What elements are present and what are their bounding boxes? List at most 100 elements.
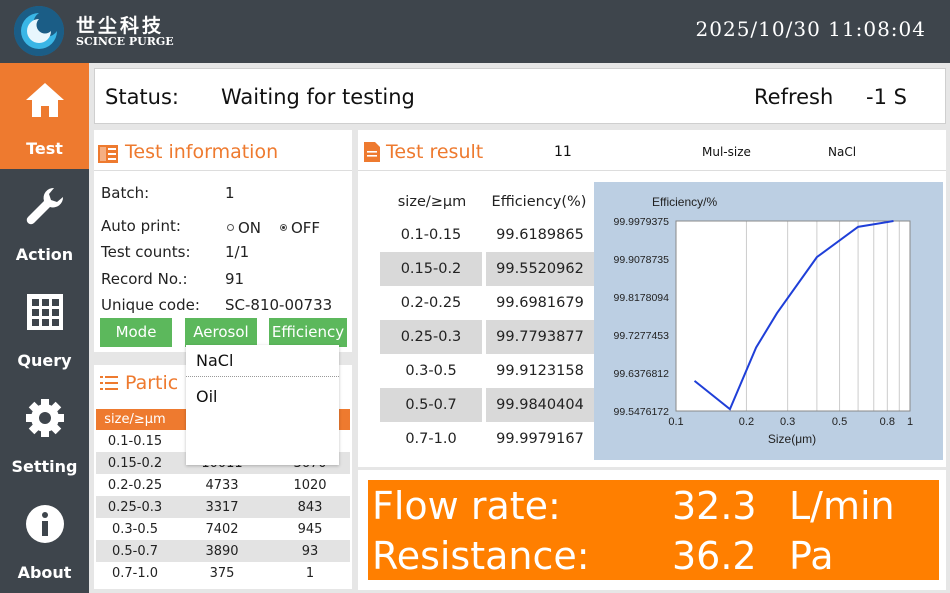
table-cell: 0.1-0.15 [96, 430, 174, 452]
batch-label: Batch: [101, 184, 150, 202]
table-cell: 0.7-1.0 [96, 562, 174, 584]
datetime-display: 2025/10/30 11:08:04 [695, 17, 926, 41]
chart-title: Efficiency/% [652, 195, 717, 209]
x-tick-label: 0.5 [832, 416, 847, 428]
aerosol-dropdown: NaCl Oil [186, 345, 339, 465]
test-mode-value: Mul-size [702, 145, 751, 159]
table-cell: 99.5520962 [484, 252, 594, 286]
table-cell: 7402 [174, 518, 270, 540]
auto-print-on-radio[interactable]: ON [227, 219, 261, 237]
table-row: 0.7-1.0 375 1 [96, 562, 350, 584]
record-label: Record No.: [101, 270, 188, 288]
panel-title: Test information [125, 141, 279, 163]
column-header: size/≥μm [397, 194, 467, 210]
panel-title: Partic [125, 372, 179, 394]
table-cell: 1020 [270, 474, 350, 496]
flow-rate-label: Flow rate: [372, 484, 561, 528]
table-cell: 1 [270, 562, 350, 584]
x-tick-label: 0.3 [780, 416, 795, 428]
status-label: Status: [105, 85, 179, 109]
sidebar-item-about[interactable]: About [0, 487, 89, 593]
gear-icon [26, 399, 64, 437]
table-cell: 99.9123158 [484, 354, 594, 388]
sidebar-item-action[interactable]: Action [0, 169, 89, 275]
unique-code-label: Unique code: [101, 296, 200, 314]
aerosol-button[interactable]: Aerosol [185, 318, 257, 347]
test-counts-value: 1/1 [225, 243, 250, 261]
flow-rate-unit: L/min [789, 484, 895, 528]
table-row: 0.3-0.5 7402 945 [96, 518, 350, 540]
table-row: 0.25-0.3 99.7793877 [380, 320, 594, 354]
table-cell: 4733 [174, 474, 270, 496]
logo-english-text: SCINCE PURGE [76, 35, 174, 48]
table-cell: 0.25-0.3 [380, 320, 486, 354]
resistance-unit: Pa [789, 534, 834, 578]
dropdown-option-oil[interactable]: Oil [196, 387, 217, 406]
efficiency-button[interactable]: Efficiency [269, 318, 347, 347]
wrench-icon [26, 187, 64, 225]
refresh-value: -1 S [866, 85, 907, 109]
auto-print-off-radio[interactable]: OFF [280, 219, 320, 237]
radio-checked-icon [280, 224, 287, 231]
table-row: 0.25-0.3 3317 843 [96, 496, 350, 518]
divider [358, 170, 946, 171]
test-information-panel: Test information Batch: 1 Auto print: ON… [94, 130, 352, 352]
table-cell: 0.25-0.3 [96, 496, 174, 518]
table-cell: 945 [270, 518, 350, 540]
mode-button[interactable]: Mode [100, 318, 172, 347]
header-bar: 世尘科技 SCINCE PURGE 2025/10/30 11:08:04 [0, 0, 950, 63]
table-cell: 3317 [174, 496, 270, 518]
table-cell: 3890 [174, 540, 270, 562]
flow-readout-box: Flow rate: 32.3 L/min Resistance: 36.2 P… [368, 480, 939, 580]
sidebar-item-label: Action [15, 245, 74, 264]
auto-print-label: Auto print: [101, 217, 181, 235]
resistance-value: 36.2 [672, 534, 757, 578]
sidebar-item-test[interactable]: Test [0, 63, 89, 169]
book-icon [98, 145, 118, 163]
table-cell: 0.3-0.5 [96, 518, 174, 540]
grid-icon [27, 294, 63, 330]
sidebar: Test Action Query Setting About [0, 63, 89, 593]
chart-svg: 99.9979375 99.9078735 99.8178094 99.7277453… [614, 195, 914, 446]
sidebar-item-label: Query [17, 351, 72, 370]
panel-title: Test result [386, 141, 484, 163]
test-result-panel: Test result 11 Mul-size NaCl size/≥μm Ef… [358, 130, 946, 467]
y-tick-label: 99.5476172 [614, 406, 670, 418]
efficiency-table: size/≥μm Efficiency(%) 0.1-0.15 99.618986… [380, 186, 594, 456]
sidebar-item-query[interactable]: Query [0, 275, 89, 381]
document-icon [364, 142, 380, 162]
sidebar-item-setting[interactable]: Setting [0, 381, 89, 487]
table-cell: 0.2-0.25 [96, 474, 174, 496]
table-row: 0.7-1.0 99.9979167 [380, 422, 594, 456]
table-cell: 0.5-0.7 [380, 388, 486, 422]
x-tick-label: 0.8 [880, 416, 895, 428]
table-cell: 99.6981679 [484, 286, 594, 320]
table-cell: 843 [270, 496, 350, 518]
table-cell: 99.7793877 [484, 320, 594, 354]
record-value: 91 [225, 270, 245, 288]
table-cell: 0.15-0.2 [96, 452, 174, 474]
radio-label: ON [238, 219, 262, 237]
sidebar-item-label: Test [26, 139, 63, 158]
table-row: 0.2-0.25 99.6981679 [380, 286, 594, 320]
unique-code-value: SC-810-00733 [225, 296, 333, 314]
dropdown-divider [186, 376, 339, 377]
info-icon [26, 505, 64, 543]
status-bar: Status: Waiting for testing Refresh -1 S [94, 68, 946, 124]
x-tick-label: 0.2 [739, 416, 754, 428]
table-row: 0.2-0.25 4733 1020 [96, 474, 350, 496]
table-cell: 99.9979167 [484, 422, 594, 456]
resistance-label: Resistance: [372, 534, 590, 578]
refresh-label: Refresh [754, 85, 834, 109]
y-tick-label: 99.9078735 [614, 254, 670, 266]
radio-label: OFF [291, 219, 321, 237]
table-cell: 99.6189865 [484, 218, 594, 252]
plot-area [676, 221, 910, 411]
efficiency-chart: 99.9979375 99.9078735 99.8178094 99.7277453… [594, 182, 943, 460]
table-row: 0.1-0.15 99.6189865 [380, 218, 594, 252]
table-cell: 375 [174, 562, 270, 584]
sidebar-item-label: About [17, 563, 72, 582]
table-cell: 0.3-0.5 [380, 354, 486, 388]
batch-value: 1 [225, 184, 235, 202]
dropdown-option-nacl[interactable]: NaCl [196, 351, 233, 370]
